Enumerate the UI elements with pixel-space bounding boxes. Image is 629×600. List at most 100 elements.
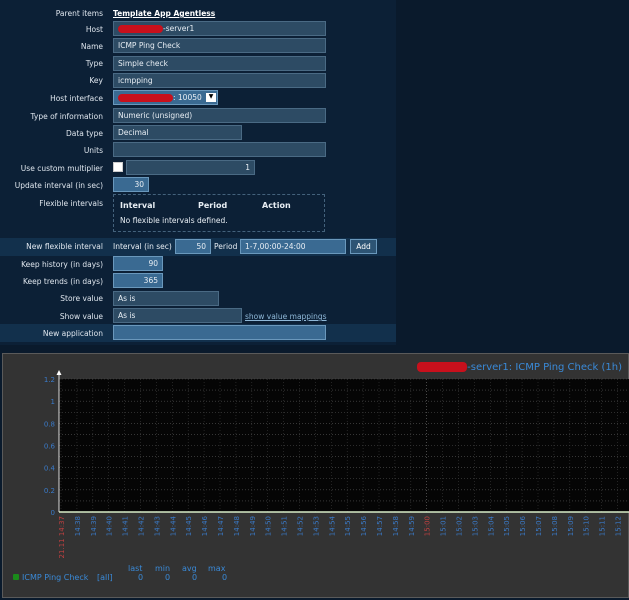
x-tick-label: 14:53	[312, 516, 320, 536]
legend-header-avg: avg	[182, 564, 197, 573]
flexible-intervals-table: Interval Period Action No flexible inter…	[113, 194, 325, 232]
x-tick-label: 14:49	[249, 516, 257, 536]
x-tick-label: 15:03	[471, 516, 479, 536]
graph-panel: 21.11 14:37 14:38 14:39 14:40 14:41 14:42 14:4…	[2, 353, 629, 598]
x-tick-label: 15:00	[424, 516, 432, 536]
x-tick-label: 15:02	[456, 516, 464, 536]
series-color-swatch	[13, 574, 19, 580]
empty-message: No flexible intervals defined.	[120, 216, 228, 225]
legend-header-min: min	[155, 564, 171, 573]
flex-period-field[interactable]: 1-7,00:00-24:00	[240, 239, 346, 254]
new-flexible-interval-label: New flexible interval	[26, 242, 103, 251]
col-action: Action	[262, 201, 291, 210]
type-label: Type	[85, 59, 103, 68]
x-tick-label: 15:01	[440, 516, 448, 536]
graph-chart: 21.11 14:37 14:38 14:39 14:40 14:41 14:42 14:4…	[44, 370, 629, 558]
flex-interval-field[interactable]: 50	[175, 239, 211, 254]
type-of-information-field[interactable]: Numeric (unsigned)	[113, 108, 326, 123]
legend-series-name: ICMP Ping Check	[22, 573, 89, 582]
x-tick-label: 15:10	[583, 516, 591, 536]
x-tick-label: 15:05	[503, 516, 511, 536]
new-application-label: New application	[42, 329, 103, 338]
legend-header-last: last	[128, 564, 143, 573]
x-tick-label: 14:52	[297, 516, 305, 536]
host-label: Host	[85, 25, 103, 34]
units-label: Units	[83, 146, 103, 155]
keep-trends-field[interactable]: 365	[113, 273, 163, 288]
key-label: Key	[89, 76, 103, 85]
show-value-mappings-link[interactable]: show value mappings	[245, 312, 327, 321]
custom-multiplier-field[interactable]: 1	[126, 160, 255, 175]
custom-multiplier-label: Use custom multiplier	[20, 164, 103, 173]
host-field[interactable]: -server1	[113, 21, 326, 36]
legend-last: 0	[138, 573, 144, 582]
x-tick-label: 14:46	[201, 515, 209, 536]
x-tick-label: 14:38	[74, 516, 82, 536]
x-tick-label: 14:43	[153, 516, 161, 536]
type-of-information-label: Type of information	[30, 112, 103, 121]
x-tick-label: 15:08	[551, 516, 559, 536]
x-tick-label: 14:45	[185, 516, 193, 536]
y-tick-label: 0.6	[44, 443, 56, 451]
x-tick-label: 14:57	[376, 516, 384, 536]
data-type-label: Data type	[65, 129, 103, 138]
x-tick-label: 15:06	[519, 515, 527, 536]
legend-scope: [all]	[97, 573, 113, 582]
x-tick-label: 14:41	[122, 516, 130, 536]
x-tick-label: 14:59	[408, 516, 416, 536]
add-flexible-interval-button[interactable]: Add	[350, 239, 377, 254]
x-tick-label: 21.11 14:37	[58, 516, 66, 558]
item-form: Parent items Template App Agentless Host…	[0, 0, 396, 345]
parent-items-label: Parent items	[55, 9, 103, 18]
keep-history-label: Keep history (in days)	[21, 260, 103, 269]
col-interval: Interval	[120, 201, 156, 210]
redacted-interface	[118, 94, 173, 102]
parent-items-link[interactable]: Template App Agentless	[113, 9, 215, 18]
y-tick-label: 0.8	[44, 420, 55, 428]
update-interval-field[interactable]: 30	[113, 177, 149, 192]
custom-multiplier-checkbox[interactable]	[113, 162, 123, 172]
show-value-select[interactable]: As is	[113, 308, 242, 323]
update-interval-label: Update interval (in sec)	[14, 181, 103, 190]
x-tick-label: 14:40	[106, 516, 114, 536]
x-tick-label: 15:12	[615, 516, 623, 536]
y-tick-label: 0	[51, 509, 55, 517]
data-type-field[interactable]: Decimal	[113, 125, 242, 140]
legend-max: 0	[222, 573, 228, 582]
x-tick-label: 14:47	[217, 516, 225, 536]
x-tick-label: 15:04	[487, 515, 495, 536]
name-field[interactable]: ICMP Ping Check	[113, 38, 326, 53]
x-tick-label: 14:42	[138, 516, 146, 536]
redacted-host	[118, 25, 163, 33]
y-tick-label: 1	[51, 398, 55, 406]
keep-history-field[interactable]: 90	[113, 256, 163, 271]
x-tick-label: 15:07	[535, 516, 543, 536]
units-field[interactable]	[113, 142, 326, 157]
interval-sec-label: Interval (in sec)	[113, 242, 172, 251]
x-tick-label: 14:50	[265, 516, 273, 536]
show-value-label: Show value	[59, 312, 103, 321]
host-interface-select[interactable]: : 10050 ▼	[113, 90, 218, 105]
x-tick-label: 15:11	[599, 516, 607, 536]
graph-title: -server1: ICMP Ping Check (1h)	[417, 362, 622, 373]
y-axis-arrow-icon	[56, 370, 62, 375]
x-tick-label: 14:39	[90, 516, 98, 536]
x-tick-label: 14:58	[392, 516, 400, 536]
legend-min: 0	[165, 573, 171, 582]
x-tick-label: 15:09	[567, 516, 575, 536]
type-field[interactable]: Simple check	[113, 56, 326, 71]
chevron-down-icon[interactable]: ▼	[206, 93, 216, 102]
store-value-select[interactable]: As is	[113, 291, 219, 306]
period-label: Period	[214, 242, 238, 251]
new-application-field[interactable]	[113, 325, 326, 340]
x-tick-label: 14:55	[344, 516, 352, 536]
legend-header-max: max	[208, 564, 226, 573]
key-field[interactable]: icmpping	[113, 73, 326, 88]
y-tick-label: 1.2	[44, 376, 55, 384]
x-tick-label: 14:51	[281, 516, 289, 536]
host-interface-label: Host interface	[50, 94, 103, 103]
y-tick-label: 0.4	[44, 465, 56, 473]
keep-trends-label: Keep trends (in days)	[23, 277, 103, 286]
x-tick-label: 14:56	[360, 515, 368, 536]
store-value-label: Store value	[60, 294, 103, 303]
